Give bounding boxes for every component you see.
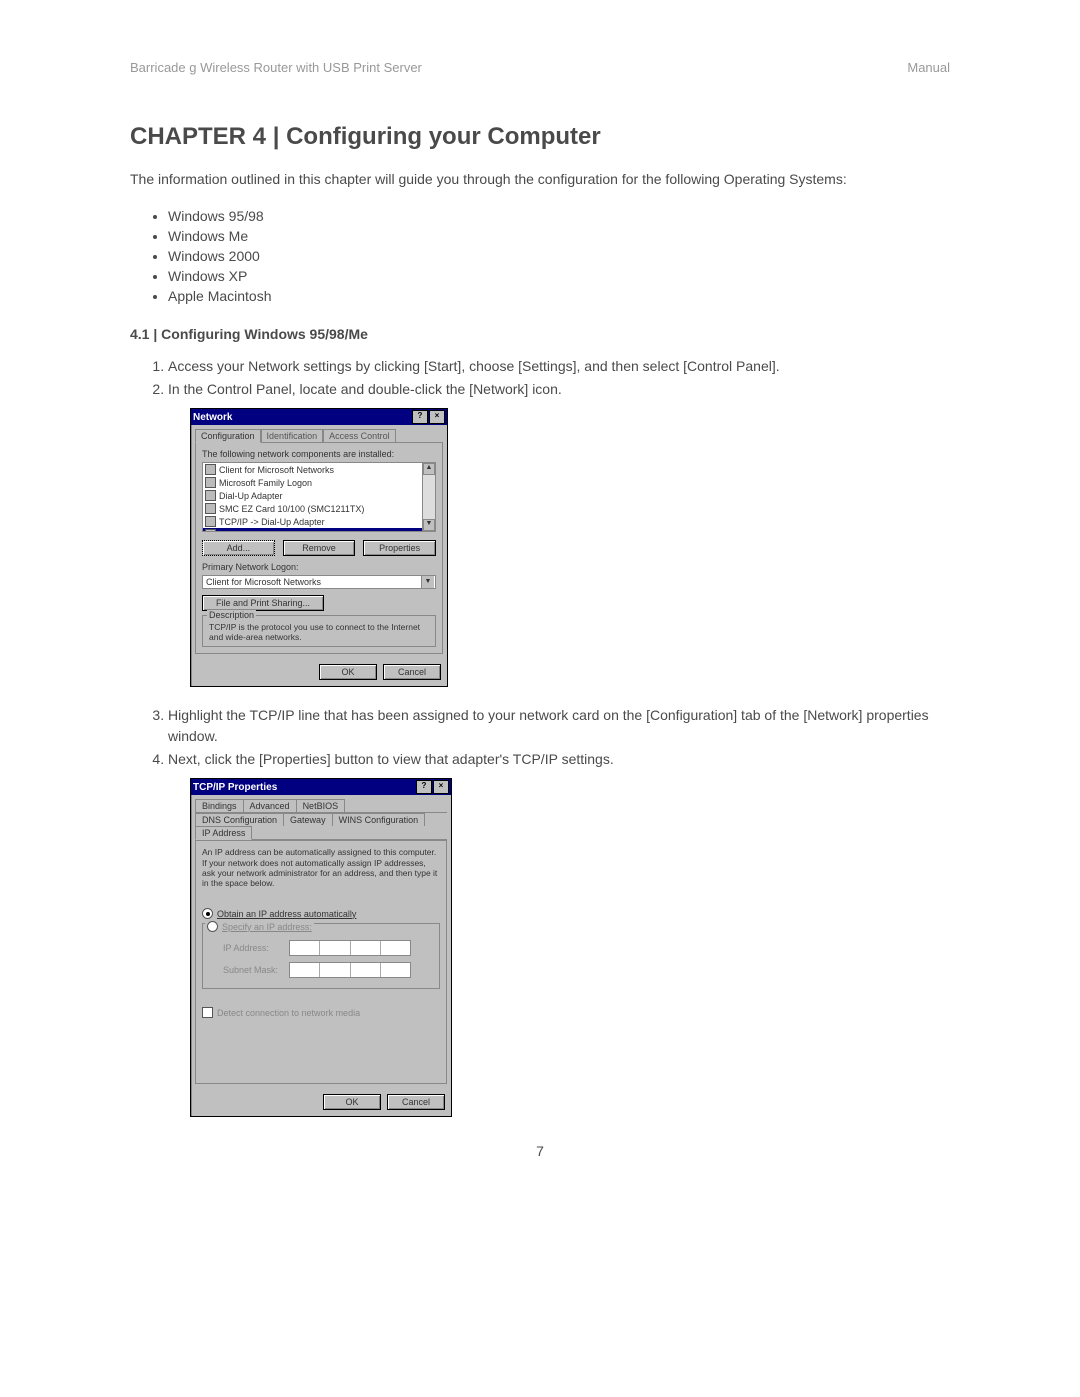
description-text: TCP/IP is the protocol you use to connec…: [209, 622, 429, 642]
step-item: Next, click the [Properties] button to v…: [168, 749, 950, 770]
add-button[interactable]: Add...: [202, 540, 275, 556]
list-item: TCP/IP -> SMC EZ Card 10/100 (SMC1211TX): [219, 530, 406, 533]
list-item: Windows Me: [168, 228, 950, 244]
list-item: Microsoft Family Logon: [219, 478, 312, 488]
close-button[interactable]: ×: [433, 780, 449, 794]
tab-ipaddress[interactable]: IP Address: [195, 826, 252, 840]
ok-button[interactable]: OK: [323, 1094, 381, 1110]
detect-checkbox[interactable]: Detect connection to network media: [202, 1007, 440, 1018]
subnet-mask-label: Subnet Mask:: [223, 965, 283, 975]
title-bar: TCP/IP Properties ? ×: [191, 779, 451, 795]
components-listbox[interactable]: Client for Microsoft Networks Microsoft …: [202, 462, 436, 532]
description-label: Description: [207, 610, 256, 620]
ip-address-label: IP Address:: [223, 943, 283, 953]
list-item: Windows XP: [168, 268, 950, 284]
tcpip-dialog: TCP/IP Properties ? × Bindings Advanced …: [190, 778, 452, 1117]
list-item: TCP/IP -> Dial-Up Adapter: [219, 517, 325, 527]
step-item: Access your Network settings by clicking…: [168, 356, 950, 377]
radio-obtain-auto[interactable]: Obtain an IP address automatically: [202, 908, 440, 919]
os-list: Windows 95/98 Windows Me Windows 2000 Wi…: [168, 208, 950, 304]
intro-text: The information outlined in this chapter…: [130, 169, 950, 190]
logon-combo[interactable]: Client for Microsoft Networks: [202, 575, 436, 589]
help-button[interactable]: ?: [412, 410, 428, 424]
radio-specify[interactable]: Specify an IP address:: [205, 921, 314, 932]
info-text: An IP address can be automatically assig…: [202, 847, 440, 888]
close-button[interactable]: ×: [429, 410, 445, 424]
tab-access-control[interactable]: Access Control: [323, 429, 396, 442]
scroll-up-icon[interactable]: ▲: [423, 463, 435, 475]
list-item: Client for Microsoft Networks: [219, 465, 334, 475]
adapter-icon: [205, 490, 216, 501]
list-label: The following network components are ins…: [202, 449, 436, 459]
header-left: Barricade g Wireless Router with USB Pri…: [130, 60, 422, 75]
tab-identification[interactable]: Identification: [261, 429, 324, 442]
tab-configuration[interactable]: Configuration: [195, 429, 261, 443]
tab-advanced[interactable]: Advanced: [243, 799, 297, 812]
title-bar: Network ? ×: [191, 409, 447, 425]
protocol-icon: [205, 516, 216, 527]
steps-list-1: Access your Network settings by clicking…: [168, 356, 950, 400]
step-item: Highlight the TCP/IP line that has been …: [168, 705, 950, 747]
dialog-title: Network: [193, 412, 232, 423]
tab-bindings[interactable]: Bindings: [195, 799, 244, 812]
scrollbar[interactable]: ▲ ▼: [422, 463, 435, 531]
tab-gateway[interactable]: Gateway: [283, 813, 333, 826]
ok-button[interactable]: OK: [319, 664, 377, 680]
remove-button[interactable]: Remove: [283, 540, 356, 556]
tab-netbios[interactable]: NetBIOS: [296, 799, 346, 812]
steps-list-2: Highlight the TCP/IP line that has been …: [168, 705, 950, 770]
adapter-icon: [205, 503, 216, 514]
header-right: Manual: [907, 60, 950, 75]
properties-button[interactable]: Properties: [363, 540, 436, 556]
help-button[interactable]: ?: [416, 780, 432, 794]
list-item: Apple Macintosh: [168, 288, 950, 304]
list-item: SMC EZ Card 10/100 (SMC1211TX): [219, 504, 364, 514]
step-item: In the Control Panel, locate and double-…: [168, 379, 950, 400]
tab-dns[interactable]: DNS Configuration: [195, 813, 284, 826]
cancel-button[interactable]: Cancel: [387, 1094, 445, 1110]
ip-address-input[interactable]: [289, 940, 411, 956]
network-dialog: Network ? × Configuration Identification…: [190, 408, 448, 687]
logon-label: Primary Network Logon:: [202, 562, 436, 572]
radio-label: Specify an IP address:: [222, 922, 312, 932]
page-number: 7: [130, 1143, 950, 1159]
tab-wins[interactable]: WINS Configuration: [332, 813, 426, 826]
list-item: Windows 95/98: [168, 208, 950, 224]
file-print-sharing-button[interactable]: File and Print Sharing...: [202, 595, 324, 611]
page-header: Barricade g Wireless Router with USB Pri…: [130, 60, 950, 75]
client-icon: [205, 477, 216, 488]
cancel-button[interactable]: Cancel: [383, 664, 441, 680]
scroll-down-icon[interactable]: ▼: [423, 519, 435, 531]
radio-label: Obtain an IP address automatically: [217, 909, 356, 919]
list-item: Dial-Up Adapter: [219, 491, 283, 501]
chapter-title: CHAPTER 4 | Configuring your Computer: [130, 123, 950, 151]
detect-label: Detect connection to network media: [217, 1008, 360, 1018]
section-heading: 4.1 | Configuring Windows 95/98/Me: [130, 326, 950, 342]
list-item: Windows 2000: [168, 248, 950, 264]
subnet-mask-input[interactable]: [289, 962, 411, 978]
protocol-icon: [205, 529, 216, 532]
dialog-title: TCP/IP Properties: [193, 782, 277, 793]
client-icon: [205, 464, 216, 475]
